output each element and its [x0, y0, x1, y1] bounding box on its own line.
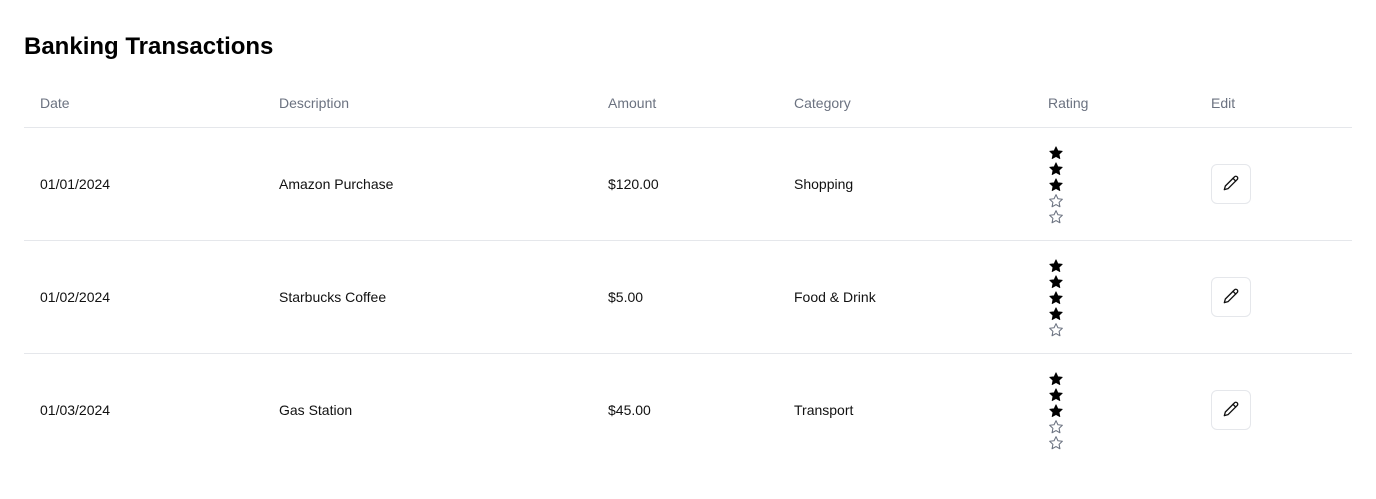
table-row: 01/03/2024 Gas Station $45.00 Transport — [24, 354, 1352, 467]
cell-description: Amazon Purchase — [279, 176, 394, 192]
column-header-amount: Amount — [608, 95, 657, 111]
star-outline-icon — [1049, 420, 1063, 434]
pencil-icon — [1223, 288, 1239, 307]
cell-description: Gas Station — [279, 402, 353, 418]
cell-category: Food & Drink — [794, 289, 876, 305]
star-filled-icon — [1049, 178, 1063, 192]
star-filled-icon — [1049, 307, 1063, 321]
page-title: Banking Transactions — [24, 33, 274, 60]
column-header-rating: Rating — [1048, 95, 1089, 111]
star-filled-icon — [1049, 291, 1063, 305]
star-filled-icon — [1049, 275, 1063, 289]
cell-category: Shopping — [794, 176, 854, 192]
cell-amount: $5.00 — [608, 289, 644, 305]
rating-stars — [1048, 258, 1064, 338]
cell-amount: $45.00 — [608, 402, 651, 418]
rating-stars — [1048, 145, 1064, 225]
column-header-category: Category — [794, 95, 851, 111]
star-outline-icon — [1049, 436, 1063, 450]
star-filled-icon — [1049, 372, 1063, 386]
pencil-icon — [1223, 175, 1239, 194]
edit-button[interactable] — [1211, 390, 1251, 430]
cell-category: Transport — [794, 402, 854, 418]
pencil-icon — [1223, 401, 1239, 420]
column-header-description: Description — [279, 95, 350, 111]
edit-button[interactable] — [1211, 277, 1251, 317]
edit-button[interactable] — [1211, 164, 1251, 204]
column-header-edit: Edit — [1211, 95, 1236, 111]
cell-date: 01/02/2024 — [40, 289, 111, 305]
star-outline-icon — [1049, 194, 1063, 208]
table-row: 01/02/2024 Starbucks Coffee $5.00 Food &… — [24, 241, 1352, 354]
star-filled-icon — [1049, 388, 1063, 402]
star-outline-icon — [1049, 323, 1063, 337]
star-filled-icon — [1049, 162, 1063, 176]
table-row: 01/01/2024 Amazon Purchase $120.00 Shopp… — [24, 128, 1352, 241]
cell-date: 01/01/2024 — [40, 176, 111, 192]
cell-amount: $120.00 — [608, 176, 659, 192]
column-header-date: Date — [40, 95, 70, 111]
star-filled-icon — [1049, 146, 1063, 160]
transactions-table: Date Description Amount Category Rating … — [24, 80, 1352, 467]
table-header-row: Date Description Amount Category Rating … — [24, 80, 1352, 128]
star-filled-icon — [1049, 404, 1063, 418]
cell-date: 01/03/2024 — [40, 402, 111, 418]
rating-stars — [1048, 371, 1064, 451]
star-filled-icon — [1049, 259, 1063, 273]
star-outline-icon — [1049, 210, 1063, 224]
cell-description: Starbucks Coffee — [279, 289, 387, 305]
